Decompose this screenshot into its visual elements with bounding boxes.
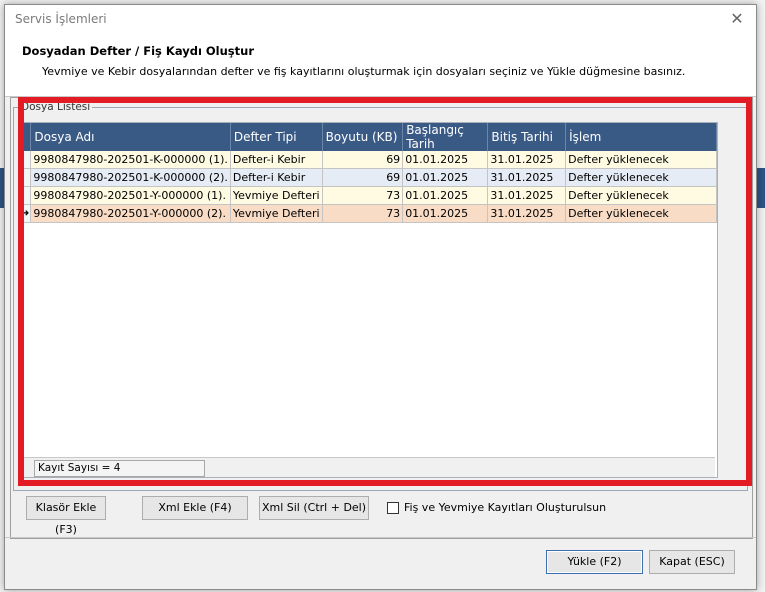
cell-type[interactable]: Defter-i Kebir	[230, 151, 323, 169]
cell-file[interactable]: 9980847980-202501-Y-000000 (1).	[30, 186, 231, 205]
servis-islemleri-dialog: Servis İşlemleri ✕ Dosyadan Defter / Fiş…	[4, 4, 757, 590]
cell-size[interactable]: 73	[322, 186, 404, 205]
cell-start[interactable]: 01.01.2025	[402, 204, 489, 223]
delete-xml-button[interactable]: Xml Sil (Ctrl + Del)	[259, 496, 369, 520]
cell-type[interactable]: Yevmiye Defteri	[230, 186, 323, 205]
cell-end[interactable]: 31.01.2025	[487, 186, 567, 205]
table-row[interactable]: ➜ 9980847980-202501-Y-000000 (2). Yevmiye …	[20, 204, 717, 223]
close-icon[interactable]: ✕	[726, 8, 748, 30]
header-subtitle: Yevmiye ve Kebir dosyalarından defter ve…	[42, 65, 686, 78]
create-records-checkbox[interactable]	[387, 501, 399, 514]
cell-size[interactable]: 69	[322, 168, 404, 187]
table-row[interactable]: 9980847980-202501-K-000000 (1). Defter-i …	[20, 151, 717, 169]
cell-size[interactable]: 73	[322, 204, 404, 223]
cell-action[interactable]: Defter yüklenecek	[565, 168, 717, 187]
cell-size[interactable]: 69	[322, 151, 404, 169]
cell-start[interactable]: 01.01.2025	[402, 186, 489, 205]
column-header-end[interactable]: Bitiş Tarihi	[487, 123, 567, 151]
add-xml-button[interactable]: Xml Ekle (F4)	[142, 496, 248, 520]
file-table: Dosya Adı Defter Tipi Boyutu (KB) Başlan…	[20, 123, 717, 223]
dialog-titlebar: Servis İşlemleri ✕	[5, 5, 756, 34]
cell-action[interactable]: Defter yüklenecek	[565, 204, 717, 223]
cell-end[interactable]: 31.01.2025	[487, 151, 567, 169]
table-row[interactable]: 9980847980-202501-K-000000 (2). Defter-i …	[20, 168, 717, 187]
row-indicator[interactable]	[20, 168, 32, 187]
cell-end[interactable]: 31.01.2025	[487, 204, 567, 223]
file-grid[interactable]: Dosya Adı Defter Tipi Boyutu (KB) Başlan…	[19, 122, 718, 478]
cell-file[interactable]: 9980847980-202501-Y-000000 (2).	[30, 204, 231, 223]
cell-type[interactable]: Yevmiye Defteri	[230, 204, 323, 223]
cell-action[interactable]: Defter yüklenecek	[565, 186, 717, 205]
cell-end[interactable]: 31.01.2025	[487, 168, 567, 187]
close-button[interactable]: Kapat (ESC)	[649, 550, 735, 574]
table-row[interactable]: 9980847980-202501-Y-000000 (1). Yevmiye D…	[20, 186, 717, 205]
create-records-label[interactable]: Fiş ve Yevmiye Kayıtları Oluşturulsun	[404, 501, 606, 514]
footer-separator	[5, 537, 756, 538]
cell-file[interactable]: 9980847980-202501-K-000000 (2).	[30, 168, 231, 187]
dialog-header: Dosyadan Defter / Fiş Kaydı Oluştur Yevm…	[5, 34, 756, 97]
dialog-title: Servis İşlemleri	[15, 12, 107, 26]
create-records-option[interactable]: Fiş ve Yevmiye Kayıtları Oluşturulsun	[387, 501, 606, 514]
grid-header-row: Dosya Adı Defter Tipi Boyutu (KB) Başlan…	[20, 123, 717, 151]
file-list-legend: Dosya Listesi	[19, 101, 93, 113]
header-title: Dosyadan Defter / Fiş Kaydı Oluştur	[22, 44, 254, 58]
cell-type[interactable]: Defter-i Kebir	[230, 168, 323, 187]
column-header-type[interactable]: Defter Tipi	[230, 123, 323, 151]
cell-file[interactable]: 9980847980-202501-K-000000 (1).	[30, 151, 231, 169]
row-indicator[interactable]: ➜	[20, 204, 32, 223]
cell-start[interactable]: 01.01.2025	[402, 168, 489, 187]
column-header-start[interactable]: Başlangıç Tarih	[402, 123, 489, 151]
grid-footer: Kayıt Sayısı = 4	[20, 457, 715, 477]
record-count: Kayıt Sayısı = 4	[34, 460, 205, 477]
add-folder-button[interactable]: Klasör Ekle (F3)	[26, 496, 106, 536]
cell-start[interactable]: 01.01.2025	[402, 151, 489, 169]
row-indicator[interactable]	[20, 151, 32, 169]
column-header-action[interactable]: İşlem	[565, 123, 717, 151]
row-indicator[interactable]	[20, 186, 32, 205]
cell-action[interactable]: Defter yüklenecek	[565, 151, 717, 169]
column-header-size[interactable]: Boyutu (KB)	[322, 123, 404, 151]
load-button[interactable]: Yükle (F2)	[546, 550, 643, 574]
column-header-file[interactable]: Dosya Adı	[30, 123, 231, 151]
indicator-header	[20, 123, 32, 151]
